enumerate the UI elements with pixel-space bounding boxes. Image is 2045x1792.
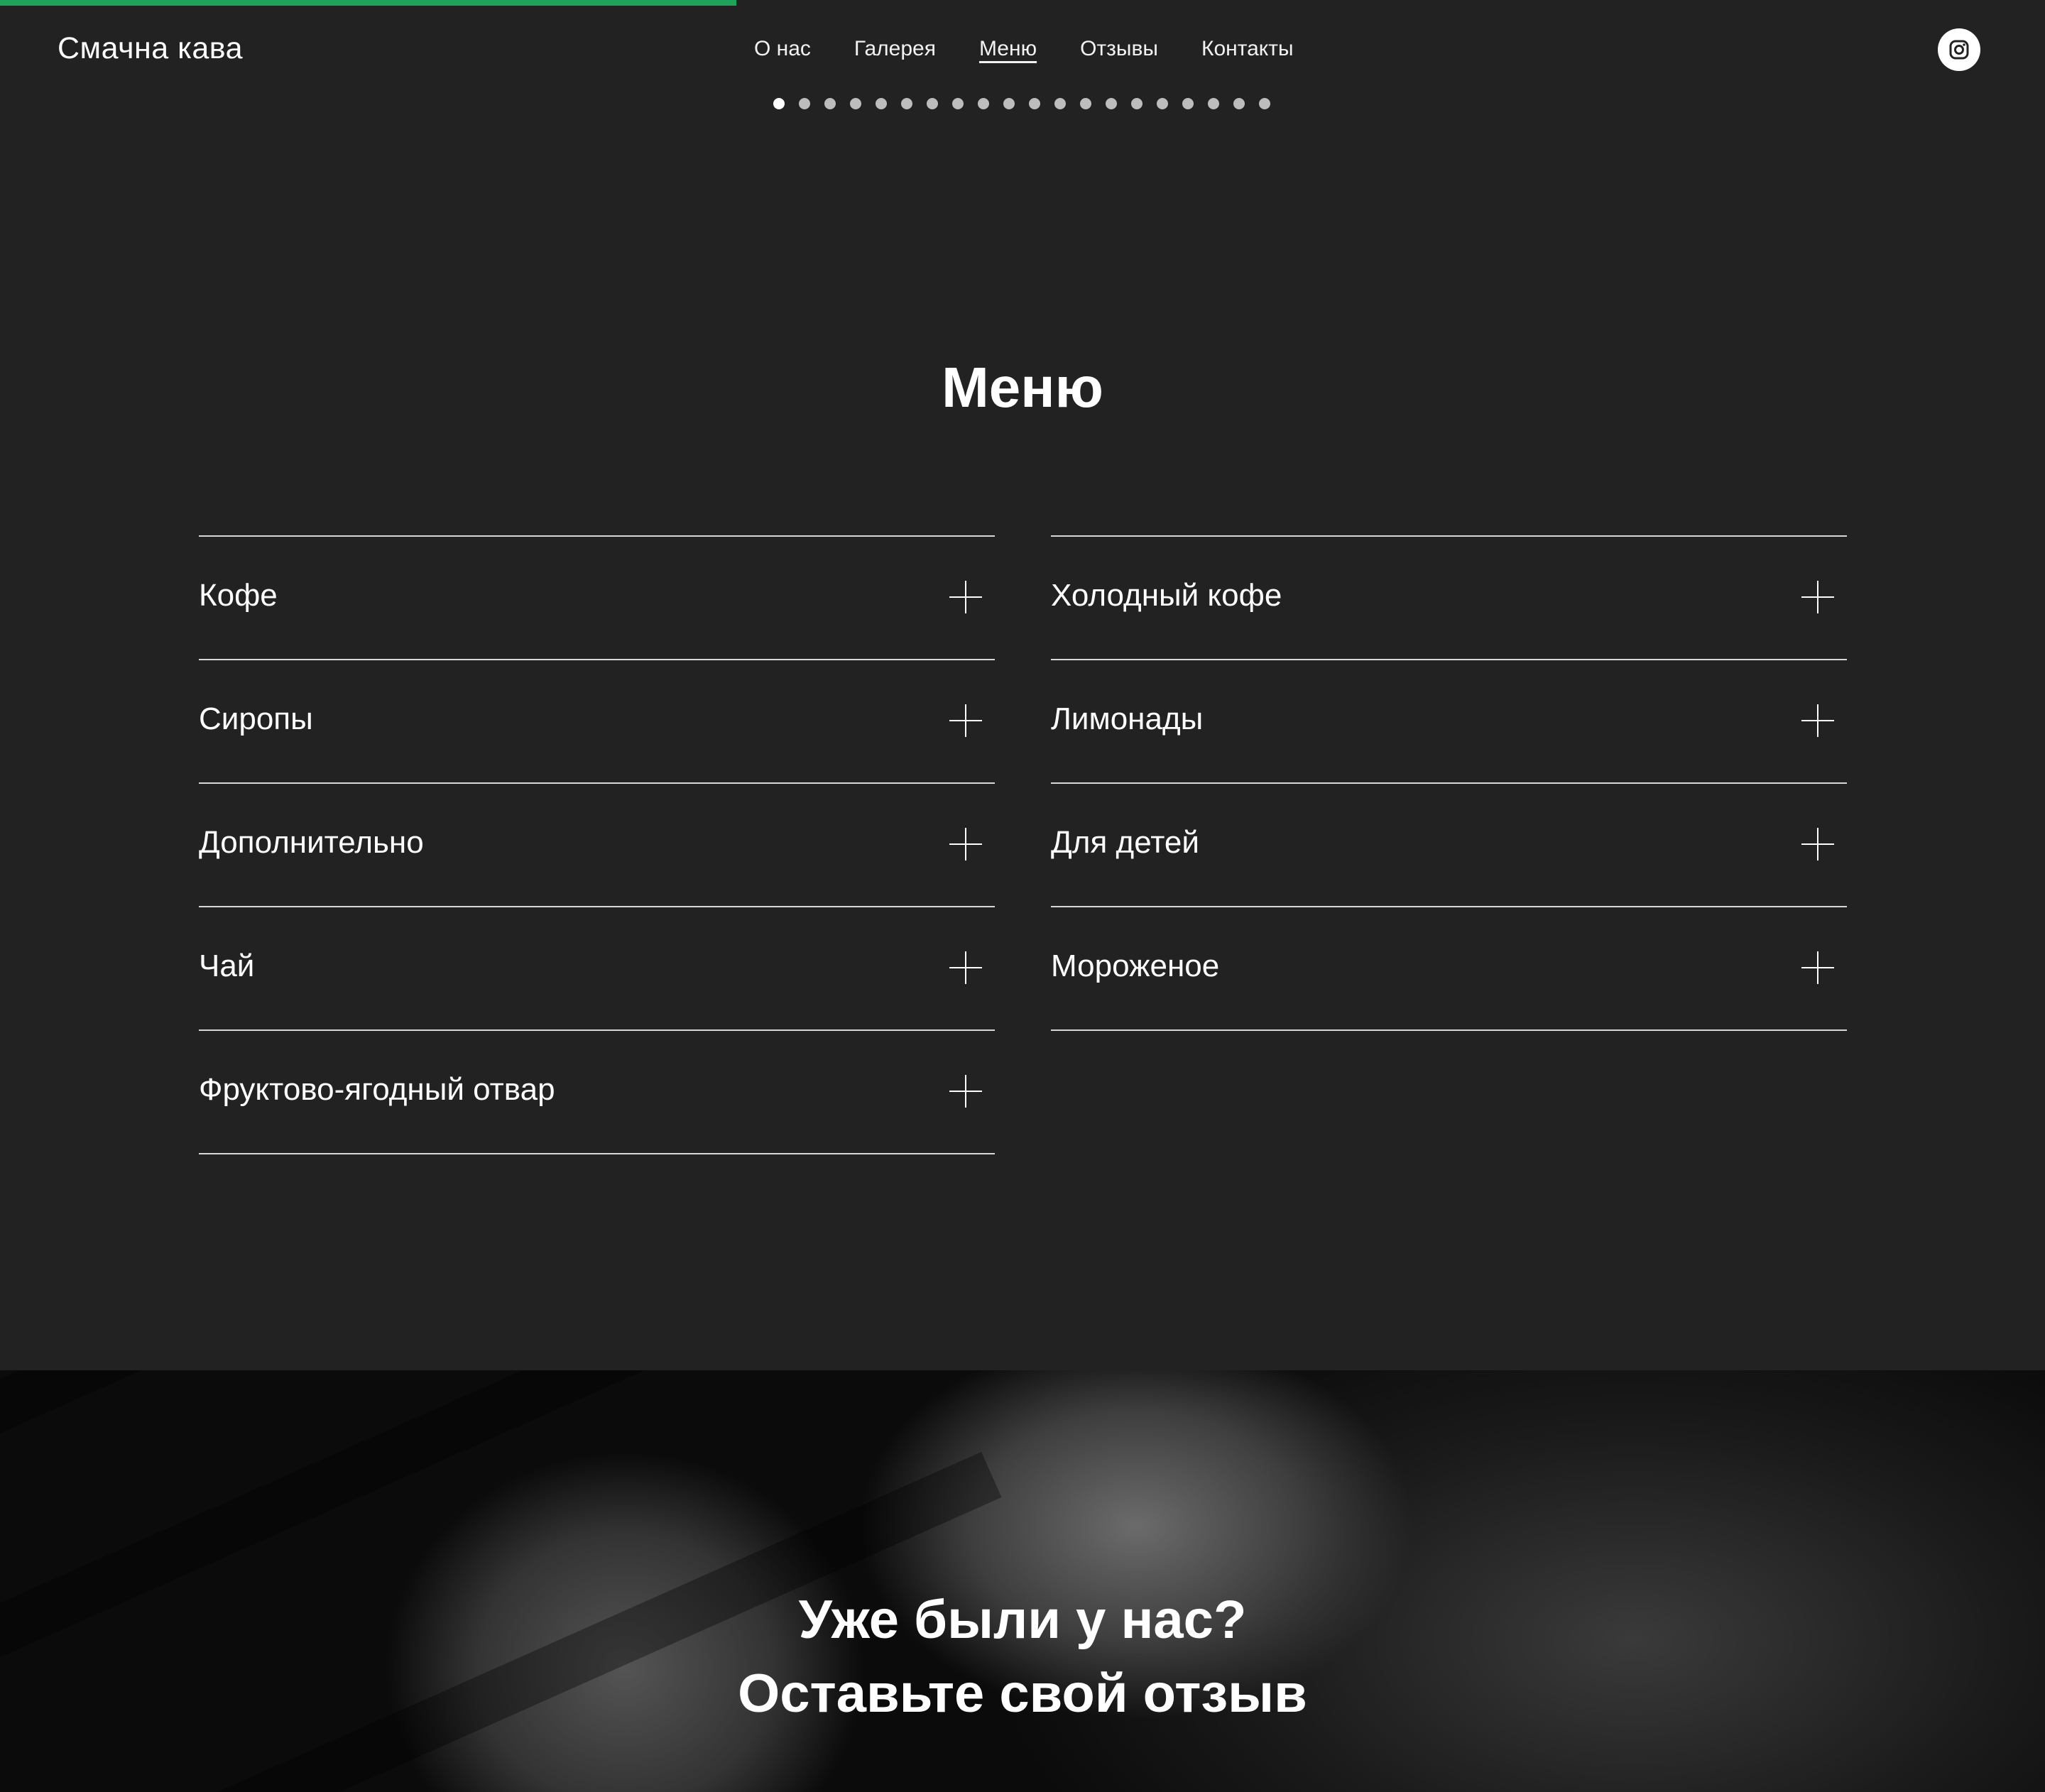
plus-icon[interactable] bbox=[949, 581, 982, 613]
instagram-icon bbox=[1949, 40, 1969, 60]
pagination-dot[interactable] bbox=[1106, 98, 1117, 109]
plus-icon[interactable] bbox=[1801, 951, 1834, 984]
plus-icon[interactable] bbox=[1801, 581, 1834, 613]
pagination-dot[interactable] bbox=[1208, 98, 1219, 109]
menu-category-label: Для детей bbox=[1051, 825, 1199, 860]
nav-link-menu[interactable]: Меню bbox=[979, 37, 1037, 61]
menu-category-label: Кофе bbox=[199, 578, 278, 613]
menu-category-extras[interactable]: Дополнительно bbox=[199, 782, 995, 906]
reviews-banner: Уже были у нас? Оставьте свой отзыв bbox=[0, 1370, 2045, 1792]
nav-link-about[interactable]: О нас bbox=[754, 37, 811, 61]
pagination-dot[interactable] bbox=[1003, 98, 1015, 109]
nav-link-reviews[interactable]: Отзывы bbox=[1080, 37, 1158, 61]
pagination-dot[interactable] bbox=[876, 98, 887, 109]
plus-icon[interactable] bbox=[949, 828, 982, 861]
menu-category-ice-cream[interactable]: Мороженое bbox=[1051, 906, 1847, 1031]
pagination-dot[interactable] bbox=[952, 98, 964, 109]
pagination-dot[interactable] bbox=[1233, 98, 1245, 109]
plus-icon[interactable] bbox=[1801, 828, 1834, 861]
nav-link-gallery[interactable]: Галерея bbox=[854, 37, 936, 61]
menu-category-kids[interactable]: Для детей bbox=[1051, 782, 1847, 906]
menu-column-right: Холодный кофе Лимонады Для детей Морожен… bbox=[1051, 535, 1847, 1031]
menu-category-coffee[interactable]: Кофе bbox=[199, 535, 995, 659]
plus-icon[interactable] bbox=[1801, 704, 1834, 737]
pagination-dot[interactable] bbox=[1054, 98, 1066, 109]
menu-category-label: Мороженое bbox=[1051, 949, 1220, 983]
reviews-cta-line-1: Уже были у нас? bbox=[798, 1590, 1247, 1650]
menu-category-label: Чай bbox=[199, 949, 255, 983]
menu-category-label: Сиропы bbox=[199, 701, 313, 736]
menu-category-lemonades[interactable]: Лимонады bbox=[1051, 659, 1847, 782]
pagination-dot[interactable] bbox=[1131, 98, 1143, 109]
menu-category-label: Лимонады bbox=[1051, 701, 1204, 736]
pagination-dot[interactable] bbox=[1029, 98, 1040, 109]
brand-logo[interactable]: Смачна кава bbox=[58, 31, 243, 66]
reviews-call-to-action: Уже были у нас? Оставьте свой отзыв bbox=[0, 1583, 2045, 1731]
menu-column-left: Кофе Сиропы Дополнительно Чай Фруктово-я… bbox=[199, 535, 995, 1154]
menu-category-label: Холодный кофе bbox=[1051, 578, 1282, 613]
menu-category-syrups[interactable]: Сиропы bbox=[199, 659, 995, 782]
nav-link-contacts[interactable]: Контакты bbox=[1201, 37, 1294, 61]
menu-category-cold-coffee[interactable]: Холодный кофе bbox=[1051, 535, 1847, 659]
menu-category-tea[interactable]: Чай bbox=[199, 906, 995, 1029]
plus-icon[interactable] bbox=[949, 951, 982, 984]
pagination-dot[interactable] bbox=[927, 98, 938, 109]
pagination-dot[interactable] bbox=[799, 98, 810, 109]
menu-category-label: Дополнительно bbox=[199, 825, 424, 860]
section-pagination-dots bbox=[773, 98, 1270, 109]
reviews-cta-line-2: Оставьте свой отзыв bbox=[738, 1663, 1307, 1724]
pagination-dot[interactable] bbox=[824, 98, 836, 109]
plus-icon[interactable] bbox=[949, 1075, 982, 1108]
nav-links: О нас Галерея Меню Отзывы Контакты bbox=[754, 37, 1337, 61]
pagination-dot[interactable] bbox=[850, 98, 861, 109]
menu-category-label: Фруктово-ягодный отвар bbox=[199, 1072, 555, 1107]
menu-section-title: Меню bbox=[942, 356, 1103, 419]
pagination-dot[interactable] bbox=[1157, 98, 1168, 109]
pagination-dot[interactable] bbox=[773, 98, 785, 109]
pagination-dot[interactable] bbox=[978, 98, 989, 109]
pagination-dot[interactable] bbox=[1182, 98, 1194, 109]
instagram-button[interactable] bbox=[1938, 28, 1980, 71]
plus-icon[interactable] bbox=[949, 704, 982, 737]
pagination-dot[interactable] bbox=[1080, 98, 1091, 109]
pagination-dot[interactable] bbox=[901, 98, 912, 109]
top-navigation: Смачна кава О нас Галерея Меню Отзывы Ко… bbox=[0, 0, 2045, 114]
menu-category-fruit-berry-brew[interactable]: Фруктово-ягодный отвар bbox=[199, 1029, 995, 1154]
pagination-dot[interactable] bbox=[1259, 98, 1270, 109]
